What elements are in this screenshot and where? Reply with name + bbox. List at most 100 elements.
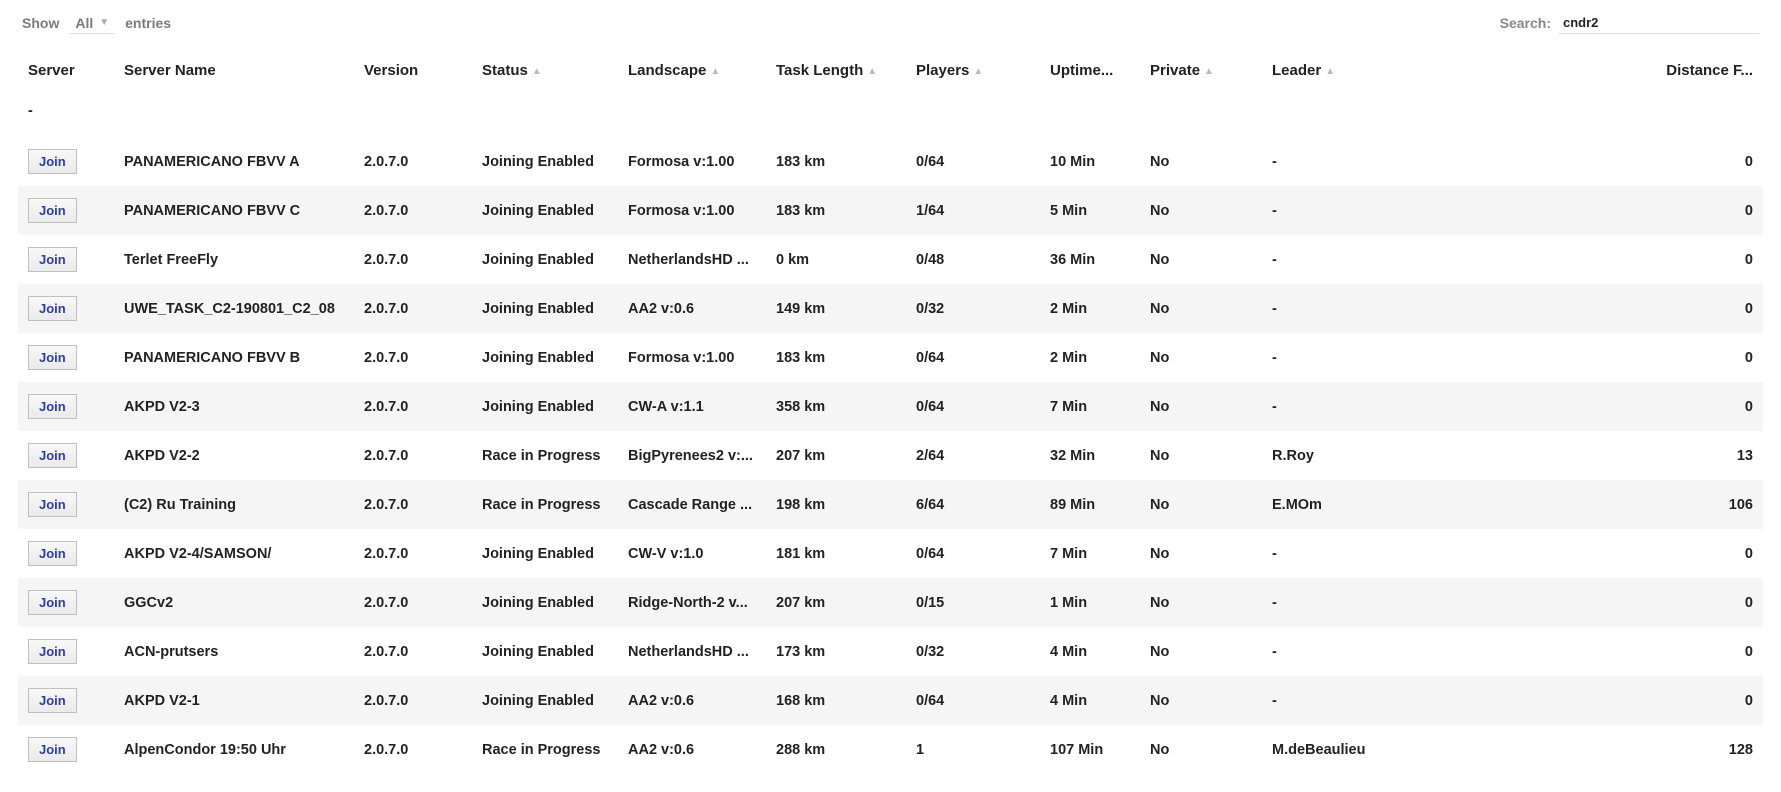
cell-server-name: AKPD V2-1 (114, 676, 354, 725)
cell-distance: 0 (1452, 382, 1763, 431)
col-server-name[interactable]: Server Name (114, 44, 354, 93)
table-row: Join AlpenCondor 19:50 Uhr2.0.7.0Race in … (18, 725, 1763, 774)
cell-task-length: 168 km (766, 676, 906, 725)
cell-private: No (1140, 382, 1262, 431)
cell-task-length: 181 km (766, 529, 906, 578)
cell-private: No (1140, 480, 1262, 529)
cell-distance: 0 (1452, 529, 1763, 578)
filter-server-cell: - (18, 93, 114, 137)
cell-status: Joining Enabled (472, 382, 618, 431)
entries-label: entries (125, 15, 171, 31)
cell-uptime: 5 Min (1040, 186, 1140, 235)
cell-landscape: Formosa v:1.00 (618, 137, 766, 186)
cell-private: No (1140, 676, 1262, 725)
cell-landscape: CW-V v:1.0 (618, 529, 766, 578)
cell-uptime: 2 Min (1040, 284, 1140, 333)
join-button[interactable]: Join (28, 149, 77, 174)
cell-version: 2.0.7.0 (354, 137, 472, 186)
col-landscape[interactable]: Landscape▲ (618, 44, 766, 93)
col-players[interactable]: Players▲ (906, 44, 1040, 93)
search-label: Search: (1500, 15, 1551, 31)
col-private[interactable]: Private▲ (1140, 44, 1262, 93)
cell-players: 0/64 (906, 529, 1040, 578)
join-button[interactable]: Join (28, 688, 77, 713)
join-button[interactable]: Join (28, 345, 77, 370)
cell-players: 2/64 (906, 431, 1040, 480)
table-row: Join PANAMERICANO FBVV A2.0.7.0Joining En… (18, 137, 1763, 186)
cell-task-length: 173 km (766, 627, 906, 676)
join-button[interactable]: Join (28, 443, 77, 468)
col-status[interactable]: Status▲ (472, 44, 618, 93)
cell-leader: - (1262, 382, 1452, 431)
cell-uptime: 4 Min (1040, 627, 1140, 676)
cell-distance: 0 (1452, 333, 1763, 382)
cell-leader: R.Roy (1262, 431, 1452, 480)
cell-leader: - (1262, 284, 1452, 333)
cell-server-name: PANAMERICANO FBVV B (114, 333, 354, 382)
cell-leader: - (1262, 186, 1452, 235)
cell-server-name: (C2) Ru Training (114, 480, 354, 529)
col-version[interactable]: Version (354, 44, 472, 93)
cell-landscape: AA2 v:0.6 (618, 676, 766, 725)
cell-task-length: 183 km (766, 137, 906, 186)
cell-distance: 0 (1452, 186, 1763, 235)
col-leader[interactable]: Leader▲ (1262, 44, 1452, 93)
cell-version: 2.0.7.0 (354, 676, 472, 725)
show-label: Show (22, 15, 59, 31)
search-input[interactable] (1559, 12, 1759, 34)
join-button[interactable]: Join (28, 394, 77, 419)
table-row: JoinTerlet FreeFly2.0.7.0Joining Enabled… (18, 235, 1763, 284)
cell-landscape: AA2 v:0.6 (618, 725, 766, 774)
cell-leader: - (1262, 137, 1452, 186)
cell-server-name: PANAMERICANO FBVV A (114, 137, 354, 186)
cell-status: Race in Progress (472, 725, 618, 774)
table-row: Join(C2) Ru Training2.0.7.0Race in Progr… (18, 480, 1763, 529)
cell-uptime: 2 Min (1040, 333, 1140, 382)
table-row: JoinPANAMERICANO FBVV C2.0.7.0Joining En… (18, 186, 1763, 235)
cell-version: 2.0.7.0 (354, 480, 472, 529)
join-button[interactable]: Join (28, 296, 77, 321)
sort-up-icon: ▲ (532, 66, 542, 77)
cell-server-name: AlpenCondor 19:50 Uhr (114, 725, 354, 774)
join-button[interactable]: Join (28, 541, 77, 566)
cell-players: 1/64 (906, 186, 1040, 235)
cell-landscape: Formosa v:1.00 (618, 186, 766, 235)
col-distance[interactable]: Distance F... (1452, 44, 1763, 93)
cell-status: Joining Enabled (472, 137, 618, 186)
cell-server-name: AKPD V2-3 (114, 382, 354, 431)
col-task-length[interactable]: Task Length▲ (766, 44, 906, 93)
cell-status: Joining Enabled (472, 627, 618, 676)
cell-version: 2.0.7.0 (354, 333, 472, 382)
cell-leader: M.deBeaulieu (1262, 725, 1452, 774)
cell-version: 2.0.7.0 (354, 431, 472, 480)
join-button[interactable]: Join (28, 492, 77, 517)
cell-version: 2.0.7.0 (354, 186, 472, 235)
cell-leader: - (1262, 676, 1452, 725)
cell-players: 0/15 (906, 578, 1040, 627)
entries-select[interactable]: All ▼ (69, 13, 115, 34)
table-row: JoinAKPD V2-32.0.7.0Joining EnabledCW-A … (18, 382, 1763, 431)
join-button[interactable]: Join (28, 198, 77, 223)
cell-uptime: 7 Min (1040, 529, 1140, 578)
cell-leader: - (1262, 529, 1452, 578)
col-uptime[interactable]: Uptime... (1040, 44, 1140, 93)
join-button[interactable]: Join (28, 737, 77, 762)
cell-leader: - (1262, 627, 1452, 676)
cell-leader: - (1262, 333, 1452, 382)
cell-server-name: ACN-prutsers (114, 627, 354, 676)
join-button[interactable]: Join (28, 639, 77, 664)
cell-distance: 0 (1452, 137, 1763, 186)
cell-task-length: 207 km (766, 578, 906, 627)
cell-distance: 106 (1452, 480, 1763, 529)
cell-landscape: NetherlandsHD ... (618, 235, 766, 284)
cell-version: 2.0.7.0 (354, 725, 472, 774)
join-button[interactable]: Join (28, 590, 77, 615)
cell-status: Joining Enabled (472, 235, 618, 284)
cell-players: 1 (906, 725, 1040, 774)
col-server[interactable]: Server (18, 44, 114, 93)
join-button[interactable]: Join (28, 247, 77, 272)
cell-task-length: 0 km (766, 235, 906, 284)
entries-length-control: Show All ▼ entries (22, 13, 171, 34)
cell-distance: 0 (1452, 627, 1763, 676)
cell-leader: E.MOm (1262, 480, 1452, 529)
